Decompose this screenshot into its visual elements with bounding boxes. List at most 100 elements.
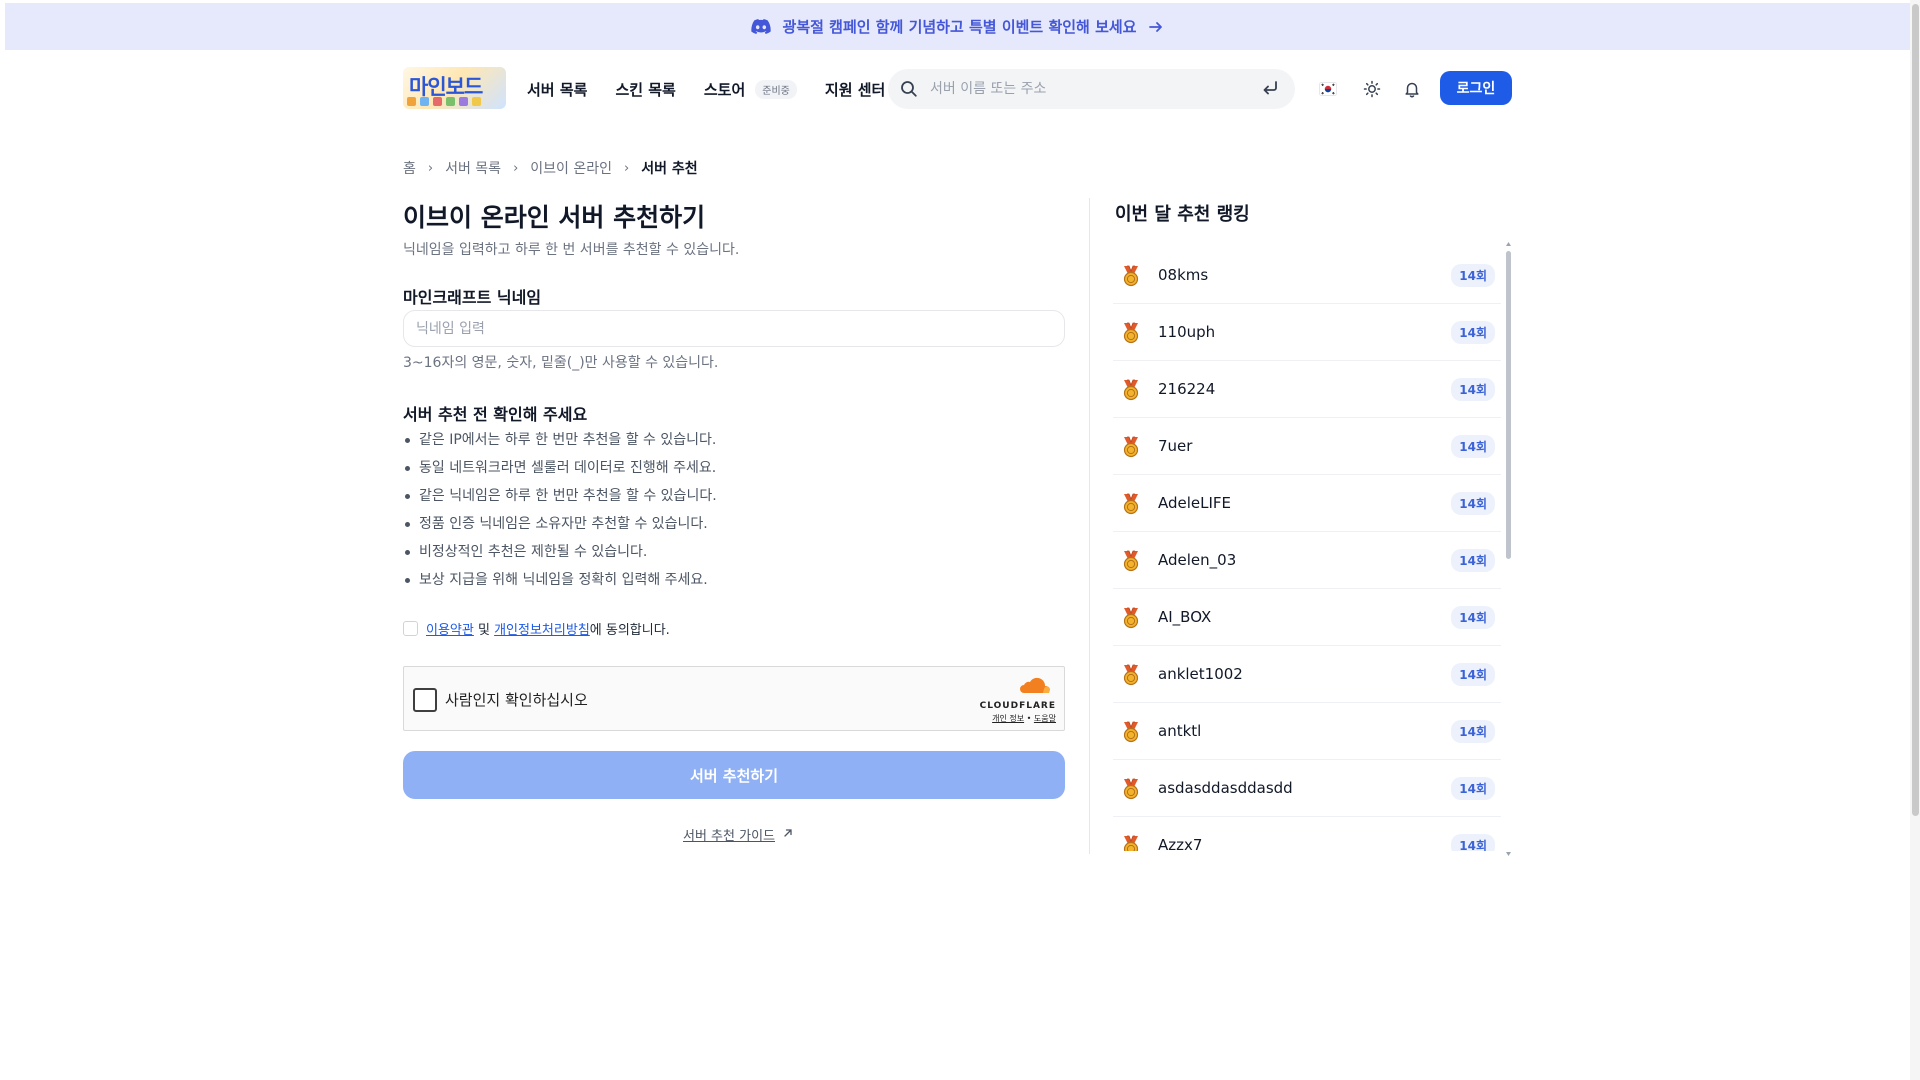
notice-item: 동일 네트워크라면 셀룰러 데이터로 진행해 주세요. [403, 458, 717, 486]
ranking-row[interactable]: 7uer 14회 [1113, 418, 1501, 475]
nav-server-list[interactable]: 서버 목록 [527, 79, 587, 100]
ranking-player-name: Adelen_03 [1158, 551, 1237, 569]
ranking-count-badge: 14회 [1451, 263, 1495, 287]
recommend-guide-link[interactable]: 서버 추천 가이드 [683, 825, 793, 844]
ranking-count-badge: 14회 [1451, 320, 1495, 344]
notice-title: 서버 추천 전 확인해 주세요 [403, 405, 588, 424]
ranking-row[interactable]: 110uph 14회 [1113, 304, 1501, 361]
medal-icon [1120, 607, 1142, 633]
breadcrumb: 홈 › 서버 목록 › 이브이 온라인 › 서버 추천 [403, 158, 698, 178]
captcha-help-link[interactable]: 도움말 [1034, 714, 1056, 723]
ranking-row[interactable]: antktl 14회 [1113, 703, 1501, 760]
ranking-player-name: AI_BOX [1158, 608, 1212, 626]
ranking-count-badge: 14회 [1451, 548, 1495, 572]
cloudflare-captcha: 사람인지 확인하십시오 CLOUDFLARE 개인 정보 • 도움말 [403, 666, 1065, 731]
ranking-row[interactable]: Adelen_03 14회 [1113, 532, 1501, 589]
ranking-row[interactable]: AdeleLIFE 14회 [1113, 475, 1501, 532]
medal-icon [1120, 721, 1142, 747]
nav-support-center[interactable]: 지원 센터 [825, 79, 885, 100]
page-title: 이브이 온라인 서버 추천하기 [403, 203, 706, 232]
breadcrumb-server[interactable]: 이브이 온라인 [530, 158, 612, 178]
ranking-row[interactable]: anklet1002 14회 [1113, 646, 1501, 703]
login-button[interactable]: 로그인 [1440, 71, 1512, 105]
medal-icon [1120, 664, 1142, 690]
ranking-list[interactable]: 08kms 14회 110uph 14회 216224 14회 7uer 14회 AdeleLI… [1113, 247, 1505, 851]
arrow-right-icon [1148, 19, 1164, 35]
breadcrumb-server-list[interactable]: 서버 목록 [445, 158, 501, 178]
medal-icon [1120, 493, 1142, 519]
ranking-row[interactable]: Azzx7 14회 [1113, 817, 1501, 851]
banner-text[interactable]: 광복절 캠페인 함께 기념하고 특별 이벤트 확인해 보세요 [783, 16, 1137, 37]
ranking-count-badge: 14회 [1451, 377, 1495, 401]
medal-icon [1120, 265, 1142, 291]
medal-icon [1120, 835, 1142, 851]
search-icon [900, 80, 918, 102]
ranking-player-name: 08kms [1158, 266, 1209, 284]
ranking-count-badge: 14회 [1451, 434, 1495, 458]
captcha-label: 사람인지 확인하십시오 [445, 691, 588, 709]
agree-and-text: 및 [477, 623, 490, 638]
chevron-right-icon: › [427, 160, 434, 176]
captcha-checkbox[interactable] [413, 688, 437, 712]
search-input[interactable] [930, 69, 1240, 109]
recommend-submit-button[interactable]: 서버 추천하기 [403, 751, 1065, 799]
ranking-count-badge: 14회 [1451, 833, 1495, 851]
ranking-count-badge: 14회 [1451, 605, 1495, 629]
chevron-right-icon: › [624, 160, 630, 176]
ranking-player-name: 7uer [1158, 437, 1193, 455]
enter-key-icon[interactable] [1261, 79, 1279, 101]
ranking-row[interactable]: asdasddasddasdd 14회 [1113, 760, 1501, 817]
captcha-link-separator: • [1026, 714, 1032, 723]
site-logo[interactable]: 마인보드 [403, 67, 506, 109]
notice-item: 보상 지급을 위해 닉네임을 정확히 입력해 주세요. [403, 570, 717, 598]
ranking-row[interactable]: AI_BOX 14회 [1113, 589, 1501, 646]
ranking-player-name: antktl [1158, 722, 1202, 740]
nickname-input[interactable] [403, 310, 1065, 347]
medal-icon [1120, 778, 1142, 804]
nav-skin-list[interactable]: 스킨 목록 [615, 79, 675, 100]
bell-icon[interactable] [1400, 77, 1424, 101]
ranking-row[interactable]: 08kms 14회 [1113, 247, 1501, 304]
page-description: 닉네임을 입력하고 하루 한 번 서버를 추천할 수 있습니다. [403, 242, 740, 258]
search-bar [888, 69, 1295, 109]
breadcrumb-current: 서버 추천 [641, 161, 698, 177]
agreement-row: 이용약관 및 개인정보처리방침에 동의합니다. [403, 619, 670, 638]
ranking-scrollbar[interactable] [1505, 242, 1512, 856]
nickname-label: 마인크래프트 닉네임 [403, 288, 542, 307]
ranking-player-name: 216224 [1158, 380, 1216, 398]
nav-store[interactable]: 스토어 준비중 [704, 79, 797, 100]
site-header: 마인보드 서버 목록 스킨 목록 스토어 준비중 지원 센터 로그인 [403, 64, 1513, 114]
ranking-count-badge: 14회 [1451, 776, 1495, 800]
ranking-count-badge: 14회 [1451, 491, 1495, 515]
ranking-row[interactable]: 216224 14회 [1113, 361, 1501, 418]
notice-item: 비정상적인 추천은 제한될 수 있습니다. [403, 542, 717, 570]
notice-item: 정품 인증 닉네임은 소유자만 추천할 수 있습니다. [403, 514, 717, 542]
cloudflare-logo: CLOUDFLARE 개인 정보 • 도움말 [976, 677, 1056, 723]
notice-item: 같은 닉네임은 하루 한 번만 추천을 할 수 있습니다. [403, 486, 717, 514]
privacy-policy-link[interactable]: 개인정보처리방침 [494, 623, 590, 638]
medal-icon [1120, 379, 1142, 405]
external-link-icon [783, 827, 793, 842]
sun-icon[interactable] [1360, 77, 1384, 101]
notice-list: 같은 IP에서는 하루 한 번만 추천을 할 수 있습니다. 동일 네트워크라면… [403, 430, 717, 598]
ranking-player-name: Azzx7 [1158, 836, 1203, 851]
captcha-privacy-link[interactable]: 개인 정보 [992, 714, 1024, 723]
medal-icon [1120, 550, 1142, 576]
agree-suffix-text: 에 동의합니다. [589, 623, 670, 638]
announcement-banner[interactable]: 광복절 캠페인 함께 기념하고 특별 이벤트 확인해 보세요 [5, 3, 1910, 50]
korea-flag-icon[interactable] [1316, 77, 1340, 101]
chevron-right-icon: › [513, 160, 519, 176]
ranking-player-name: asdasddasddasdd [1158, 779, 1293, 797]
column-divider [1089, 198, 1090, 854]
nickname-help-text: 3~16자의 영문, 숫자, 밑줄(_)만 사용할 수 있습니다. [403, 355, 719, 371]
ranking-player-name: anklet1002 [1158, 665, 1243, 683]
window-scrollbar[interactable] [1910, 0, 1920, 1080]
discord-icon [750, 18, 771, 35]
notice-item: 같은 IP에서는 하루 한 번만 추천을 할 수 있습니다. [403, 430, 717, 458]
agree-checkbox[interactable] [403, 621, 418, 636]
breadcrumb-home[interactable]: 홈 [403, 158, 416, 178]
coming-soon-badge: 준비중 [755, 79, 797, 99]
terms-link[interactable]: 이용약관 [426, 623, 474, 638]
cloudflare-brand-text: CLOUDFLARE [979, 701, 1056, 711]
ranking-count-badge: 14회 [1451, 719, 1495, 743]
